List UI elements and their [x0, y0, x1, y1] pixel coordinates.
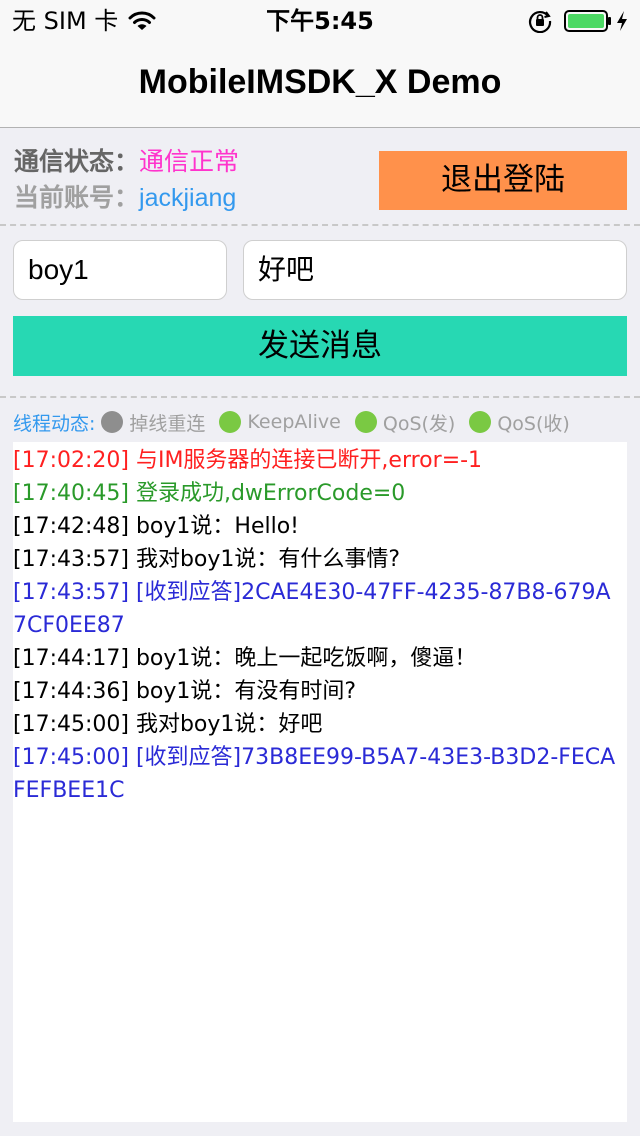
comm-status-row: 通信状态：通信正常 — [14, 145, 239, 179]
log-line: [17:42:48] boy1说：Hello! — [13, 514, 299, 539]
log-line: [17:45:00] [收到应答]73B8EE99-B5A7-43E3-B3D2… — [13, 745, 616, 803]
account-row: 当前账号：jackjiang — [14, 181, 236, 215]
log-line: [17:40:45] 登录成功,dwErrorCode=0 — [13, 481, 406, 506]
battery-icon — [564, 10, 611, 32]
account-value: jackjiang — [139, 184, 237, 212]
thread-status-row: 线程动态: 掉线重连 KeepAlive QoS(发) QoS(收) — [13, 408, 584, 436]
message-log[interactable]: [17:02:20] 与IM服务器的连接已断开,error=-1 [17:40:… — [13, 442, 627, 1122]
status-dot-icon — [101, 411, 124, 433]
divider — [0, 224, 640, 226]
indicator-label: KeepAlive — [247, 411, 341, 433]
account-label: 当前账号： — [14, 183, 140, 212]
send-message-button[interactable]: 发送消息 — [13, 316, 627, 376]
indicator-label: QoS(收) — [497, 412, 570, 435]
thread-status-title: 线程动态: — [13, 412, 96, 435]
status-dot-icon — [354, 411, 377, 433]
log-line: [17:02:20] 与IM服务器的连接已断开,error=-1 — [13, 448, 483, 473]
log-line: [17:43:57] [收到应答]2CAE4E30-47FF-4235-87B8… — [13, 580, 611, 638]
to-user-input[interactable]: boy1 — [13, 240, 227, 300]
log-line: [17:45:00] 我对boy1说：好吧 — [13, 712, 323, 737]
comm-status-label: 通信状态： — [14, 147, 140, 176]
reconnect-indicator: 掉线重连 — [101, 409, 205, 436]
qos-send-indicator: QoS(发) — [354, 409, 456, 436]
log-line: [17:44:36] boy1说：有没有时间? — [13, 679, 357, 704]
comm-status-value: 通信正常 — [139, 147, 240, 176]
log-line: [17:44:17] boy1说：晚上一起吃饭啊，傻逼！ — [13, 646, 477, 671]
orientation-lock-icon — [529, 11, 552, 33]
keepalive-indicator: KeepAlive — [219, 411, 341, 433]
status-right — [528, 8, 628, 34]
navigation-bar: MobileIMSDK_X Demo — [0, 40, 640, 128]
indicator-label: 掉线重连 — [129, 412, 206, 435]
status-bar: 无 SIM 卡 下午5:45 — [0, 0, 640, 40]
qos-recv-indicator: QoS(收) — [469, 409, 570, 436]
logout-button[interactable]: 退出登陆 — [379, 151, 627, 210]
status-dot-icon — [469, 411, 492, 433]
log-line: [17:43:57] 我对boy1说：有什么事情? — [13, 547, 401, 572]
divider — [0, 396, 640, 398]
message-input[interactable]: 好吧 — [243, 240, 627, 300]
charging-bolt-icon — [617, 11, 627, 31]
page-title: MobileIMSDK_X Demo — [138, 63, 502, 101]
indicator-label: QoS(发) — [382, 412, 456, 435]
status-dot-icon — [219, 411, 242, 433]
